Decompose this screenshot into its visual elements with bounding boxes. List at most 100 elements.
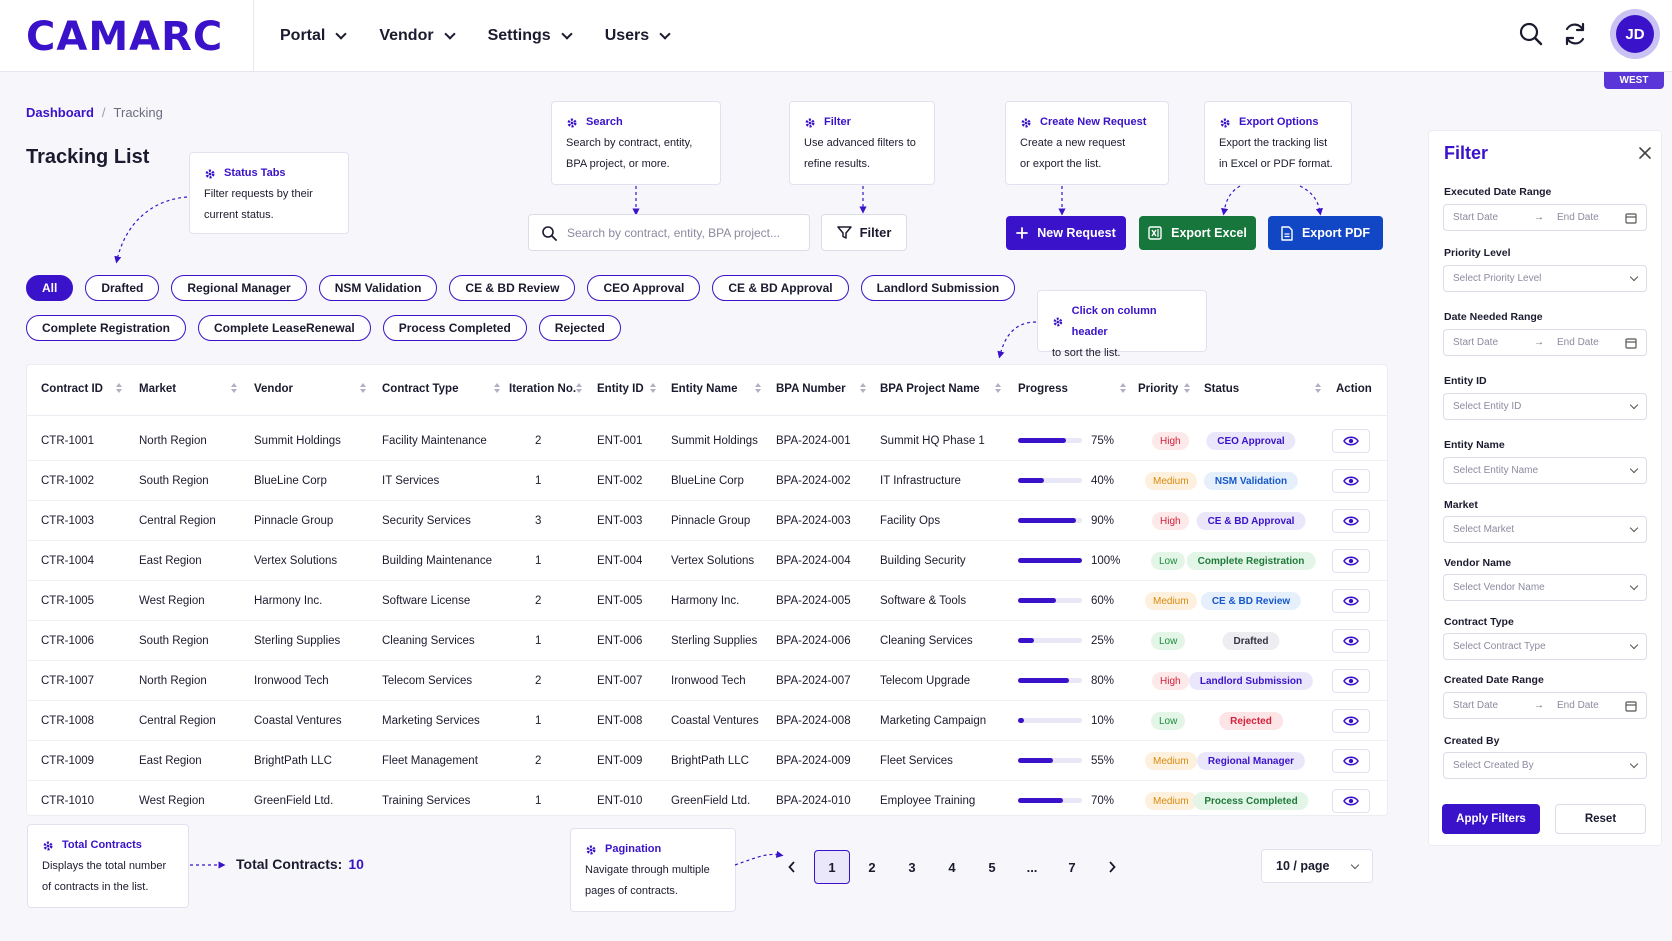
excel-icon	[1148, 226, 1162, 240]
apply-filters-button[interactable]: Apply Filters	[1442, 804, 1540, 834]
column-header-action: Action	[1336, 383, 1372, 395]
view-button[interactable]	[1332, 469, 1370, 493]
table-row: CTR-1002 South Region BlueLine Corp IT Serv…	[27, 461, 1387, 501]
date-needed-range[interactable]: Start Date → End Date	[1443, 329, 1647, 356]
cell-iteration: 1	[535, 475, 542, 487]
view-button[interactable]	[1332, 629, 1370, 653]
cell-vendor: Ironwood Tech	[254, 675, 329, 687]
cell-entity-name: Harmony Inc.	[671, 595, 740, 607]
priority-badge: Medium	[1145, 792, 1197, 810]
sort-icon[interactable]	[650, 382, 656, 394]
column-header-contract-type[interactable]: Contract Type	[382, 383, 458, 395]
tab-complete-registration[interactable]: Complete Registration	[26, 315, 187, 341]
page-button[interactable]: 5	[972, 850, 1012, 884]
cell-contract-type: IT Services	[382, 475, 440, 487]
cell-contract-type: Cleaning Services	[382, 635, 475, 647]
created-by-select[interactable]: Select Created By	[1443, 752, 1647, 779]
view-button[interactable]	[1332, 589, 1370, 613]
created-date-range[interactable]: Start Date → End Date	[1443, 692, 1647, 719]
next-page-button[interactable]	[1092, 850, 1132, 884]
page-button[interactable]: 2	[852, 850, 892, 884]
page-button[interactable]: 4	[932, 850, 972, 884]
entity-id-select[interactable]: Select Entity ID	[1443, 393, 1647, 420]
progress-label: 100%	[1091, 555, 1121, 567]
page-button[interactable]: 1	[814, 850, 850, 884]
sort-icon[interactable]	[1120, 382, 1126, 394]
progress-label: 55%	[1091, 755, 1115, 767]
sort-icon[interactable]	[494, 382, 500, 394]
search-input[interactable]	[567, 225, 797, 240]
eye-icon	[1343, 756, 1359, 766]
tab-landlord-submission[interactable]: Landlord Submission	[860, 275, 1016, 301]
sort-icon[interactable]	[1184, 382, 1190, 394]
view-button[interactable]	[1332, 709, 1370, 733]
search-box[interactable]	[528, 214, 810, 251]
cell-contract-id: CTR-1003	[41, 515, 95, 527]
market-select[interactable]: Select Market	[1443, 516, 1647, 543]
column-header-priority[interactable]: Priority	[1138, 383, 1178, 395]
cell-market: South Region	[139, 635, 209, 647]
sort-icon[interactable]	[860, 382, 866, 394]
progress-bar	[1018, 558, 1082, 563]
view-button[interactable]	[1332, 669, 1370, 693]
tab-regional-manager[interactable]: Regional Manager	[171, 275, 307, 301]
view-button[interactable]	[1332, 549, 1370, 573]
vendor-select[interactable]: Select Vendor Name	[1443, 574, 1647, 601]
page-size-select[interactable]: 10 / page	[1261, 849, 1373, 883]
sort-icon[interactable]	[231, 382, 237, 394]
filter-label: Entity ID	[1444, 375, 1487, 387]
view-button[interactable]	[1332, 789, 1370, 813]
sort-icon[interactable]	[116, 382, 122, 394]
eye-icon	[1343, 436, 1359, 446]
column-header-bpa-project-name[interactable]: BPA Project Name	[880, 383, 980, 395]
progress-fill	[1018, 598, 1057, 603]
export-excel-button[interactable]: Export Excel	[1139, 216, 1256, 250]
column-header-status[interactable]: Status	[1204, 383, 1239, 395]
tab-process-completed[interactable]: Process Completed	[382, 315, 527, 341]
column-header-vendor[interactable]: Vendor	[254, 383, 293, 395]
eye-icon	[1343, 636, 1359, 646]
sort-icon[interactable]	[1315, 382, 1321, 394]
progress-fill	[1018, 678, 1070, 683]
executed-date-range[interactable]: Start Date → End Date	[1443, 204, 1647, 231]
cell-market: West Region	[139, 795, 205, 807]
page-button[interactable]: 7	[1052, 850, 1092, 884]
view-button[interactable]	[1332, 509, 1370, 533]
sort-icon[interactable]	[360, 382, 366, 394]
view-button[interactable]	[1332, 749, 1370, 773]
prev-page-button[interactable]	[772, 850, 812, 884]
tab-all[interactable]: All	[26, 275, 74, 301]
column-header-iteration[interactable]: Iteration No.	[509, 383, 576, 395]
export-pdf-button[interactable]: Export PDF	[1268, 216, 1383, 250]
close-icon[interactable]	[1637, 145, 1653, 161]
contract-type-select[interactable]: Select Contract Type	[1443, 633, 1647, 660]
column-header-contract-id[interactable]: Contract ID	[41, 383, 103, 395]
cell-iteration: 2	[535, 675, 542, 687]
tab-ce-bd-review[interactable]: CE & BD Review	[449, 275, 576, 301]
column-header-market[interactable]: Market	[139, 383, 176, 395]
table-row: CTR-1010 West Region GreenField Ltd. Traini…	[27, 781, 1387, 821]
tab-complete-lease-renewal[interactable]: Complete LeaseRenewal	[198, 315, 371, 341]
column-header-entity-id[interactable]: Entity ID	[597, 383, 644, 395]
filter-button[interactable]: Filter	[821, 214, 907, 251]
reset-button[interactable]: Reset	[1555, 804, 1646, 834]
new-request-button[interactable]: New Request	[1006, 216, 1126, 250]
sort-icon[interactable]	[995, 382, 1001, 394]
progress-bar	[1018, 758, 1082, 763]
entity-name-select[interactable]: Select Entity Name	[1443, 457, 1647, 484]
sort-icon[interactable]	[755, 382, 761, 394]
sort-icon[interactable]	[576, 382, 582, 394]
column-header-entity-name[interactable]: Entity Name	[671, 383, 737, 395]
page-button[interactable]: 3	[892, 850, 932, 884]
column-header-progress[interactable]: Progress	[1018, 383, 1068, 395]
column-header-bpa-number[interactable]: BPA Number	[776, 383, 846, 395]
cell-bpa-number: BPA-2024-007	[776, 675, 851, 687]
tab-drafted[interactable]: Drafted	[85, 275, 160, 301]
filter-label: Created Date Range	[1444, 674, 1544, 686]
priority-select[interactable]: Select Priority Level	[1443, 265, 1647, 292]
tab-nsm-validation[interactable]: NSM Validation	[318, 275, 438, 301]
tab-ceo-approval[interactable]: CEO Approval	[587, 275, 701, 301]
tab-ce-bd-approval[interactable]: CE & BD Approval	[712, 275, 849, 301]
tab-rejected[interactable]: Rejected	[538, 315, 621, 341]
view-button[interactable]	[1332, 429, 1370, 453]
